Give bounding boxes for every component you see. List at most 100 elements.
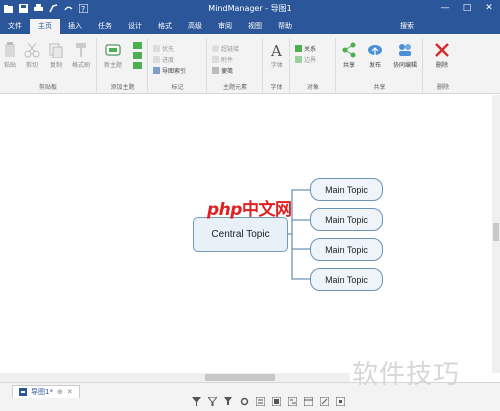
map-view-icon[interactable] (271, 396, 282, 407)
notes-icon (212, 67, 219, 74)
filter-options-icon[interactable] (224, 397, 233, 406)
vertical-scroll-thumb[interactable] (493, 223, 499, 241)
subtopic-icons[interactable] (133, 42, 143, 72)
filter-outline-icon[interactable] (206, 396, 219, 407)
copy-label: 复制 (49, 62, 62, 69)
schedule-view-icon[interactable] (303, 396, 314, 407)
main-topic-3[interactable]: Main Topic (310, 238, 383, 261)
main-topic-2[interactable]: Main Topic (310, 208, 383, 231)
tab-file[interactable]: 文件 (0, 19, 30, 34)
add-topic-group: 新主题 添加主题 (98, 38, 148, 92)
co-edit-label: 协同编辑 (393, 62, 418, 69)
marker-index-label: 导图索引 (162, 68, 187, 75)
format-painter-button[interactable]: 格式刷 (72, 42, 90, 69)
paperclip-icon (212, 56, 219, 63)
add-topic-group-label: 添加主题 (110, 84, 135, 91)
paste-icon (5, 42, 15, 57)
attachment-button[interactable]: 附件 (212, 55, 233, 64)
share-group-label: 共享 (373, 84, 386, 91)
link-view-icon[interactable] (319, 396, 330, 407)
tab-view[interactable]: 视图 (240, 19, 270, 34)
outline-view-icon[interactable] (255, 396, 266, 407)
delete-button[interactable]: 删除 (434, 42, 450, 69)
publish-button[interactable]: 发布 (367, 42, 383, 69)
boundary-icon (295, 56, 302, 63)
progress-button[interactable]: 进度 (153, 55, 174, 64)
share-button[interactable]: 共享 (341, 42, 357, 69)
tab-tasks[interactable]: 任务 (90, 19, 120, 34)
central-topic[interactable]: Central Topic (193, 217, 288, 252)
tab-search[interactable]: 搜索 (392, 19, 422, 34)
boundary-button[interactable]: 边界 (295, 55, 316, 64)
filter-icon[interactable] (192, 397, 201, 406)
tab-home[interactable]: 主页 (30, 19, 60, 34)
font-group: A 字体 字体 (264, 38, 290, 92)
tab-advanced[interactable]: 高级 (180, 19, 210, 34)
delete-button-label: 删除 (435, 62, 448, 69)
copy-icon (49, 43, 63, 58)
gantt-view-icon[interactable] (287, 396, 298, 407)
hyperlink-label: 超链接 (221, 46, 240, 53)
map-canvas[interactable]: Central Topic Main Topic Main Topic Main… (0, 95, 500, 373)
paste-button[interactable]: 粘贴 (2, 42, 18, 69)
help-icon[interactable]: ? (78, 3, 89, 14)
marker-index-icon (153, 67, 160, 74)
save-icon[interactable] (19, 4, 28, 13)
maximize-button[interactable]: □ (456, 0, 478, 17)
horizontal-scroll-thumb[interactable] (205, 374, 275, 381)
main-topic-4[interactable]: Main Topic (310, 268, 383, 291)
topic-elements-group-label: 主题元素 (222, 84, 247, 91)
settings-icon[interactable] (240, 397, 249, 406)
tab-help[interactable]: 帮助 (270, 19, 300, 34)
new-topic-button[interactable]: 新主题 (104, 42, 122, 69)
vertical-scrollbar[interactable] (492, 95, 500, 373)
scissors-icon (24, 42, 40, 58)
document-tab-label: 导图1* (31, 388, 53, 396)
hyperlink-button[interactable]: 超链接 (212, 44, 239, 53)
co-edit-button[interactable]: 协同编辑 (393, 42, 417, 69)
cut-button[interactable]: 剪切 (24, 42, 40, 69)
priority-button[interactable]: 优先 (153, 44, 174, 53)
relationship-button[interactable]: 关系 (295, 44, 316, 53)
print-icon[interactable] (34, 4, 43, 13)
full-screen-icon[interactable] (335, 396, 346, 407)
folder-icon[interactable] (4, 4, 13, 13)
new-topic-icon (105, 44, 121, 56)
notes-label: 便笺 (221, 68, 234, 75)
tab-format[interactable]: 格式 (150, 19, 180, 34)
topic-elements-group: 超链接 附件 便笺 主题元素 (208, 38, 263, 92)
marker-index-button[interactable]: 导图索引 (153, 66, 186, 75)
progress-label: 进度 (162, 57, 175, 64)
svg-text:?: ? (81, 5, 85, 13)
delete-group: 删除 删除 (424, 38, 462, 92)
view-controls (192, 396, 346, 407)
main-topic-1[interactable]: Main Topic (310, 178, 383, 201)
notes-button[interactable]: 便笺 (212, 66, 233, 75)
cloud-upload-icon (368, 45, 382, 56)
map-doc-icon (19, 388, 27, 396)
relationship-icon (295, 45, 302, 52)
tab-design[interactable]: 设计 (120, 19, 150, 34)
tab-insert[interactable]: 插入 (60, 19, 90, 34)
format-painter-icon[interactable] (49, 4, 58, 13)
clipboard-group-label: 剪贴板 (38, 84, 57, 91)
minimize-button[interactable]: — (434, 0, 456, 17)
publish-label: 发布 (368, 62, 381, 69)
document-tab[interactable]: 导图1* ⊕ ✕ (12, 385, 80, 398)
window-controls: — □ ✕ (434, 0, 500, 17)
objects-group-label: 对象 (306, 84, 319, 91)
font-button[interactable]: A 字体 (269, 42, 285, 69)
brush-icon (76, 43, 86, 57)
watermark-logo: php中文网 (207, 200, 292, 220)
copy-button[interactable]: 复制 (48, 42, 64, 69)
close-tab-icon[interactable]: ✕ (67, 388, 73, 396)
close-button[interactable]: ✕ (478, 0, 500, 17)
redo-icon[interactable] (64, 4, 73, 13)
tab-review[interactable]: 审阅 (210, 19, 240, 34)
horizontal-scrollbar[interactable] (0, 373, 350, 382)
marker-group: 优先 进度 导图索引 标记 (149, 38, 207, 92)
font-button-label: 字体 (270, 62, 283, 69)
link-icon (212, 45, 219, 52)
pin-icon[interactable]: ⊕ (57, 388, 63, 396)
priority-icon (153, 45, 160, 52)
